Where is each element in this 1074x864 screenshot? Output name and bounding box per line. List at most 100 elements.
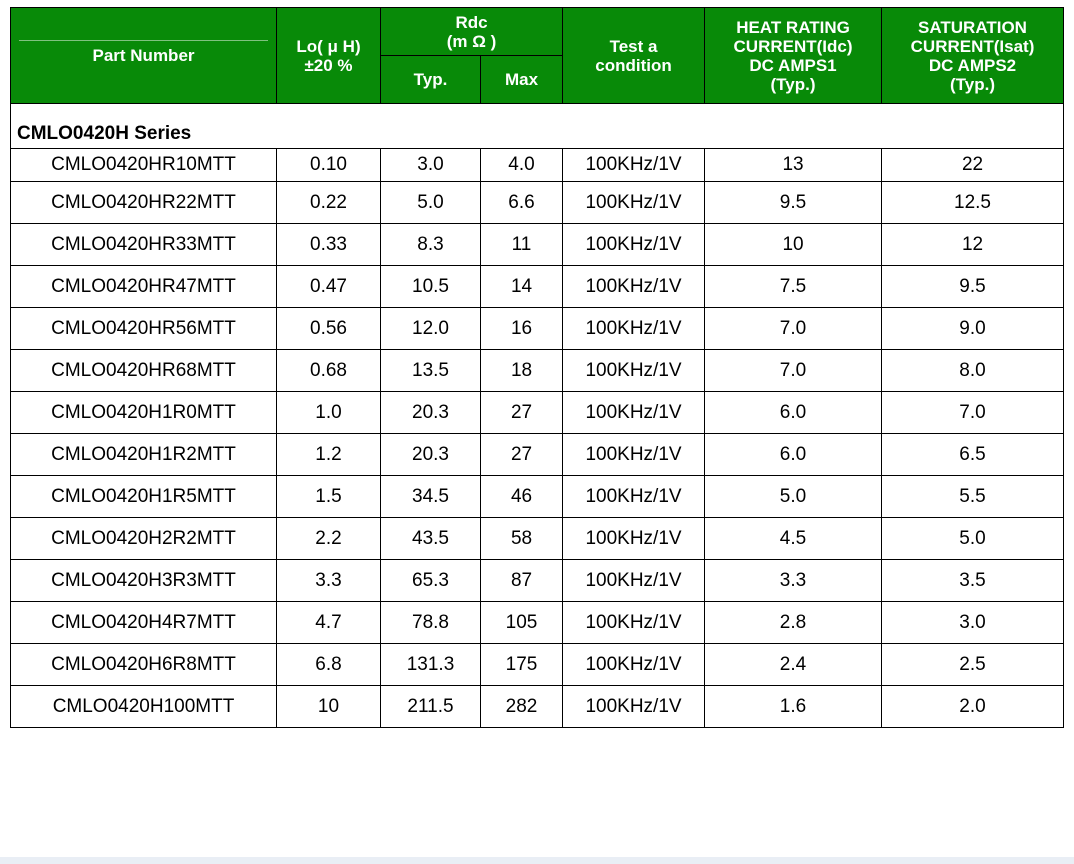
cell-test-condition: 100KHz/1V <box>562 148 706 182</box>
cell-rdc-typ: 20.3 <box>380 391 481 434</box>
cell-inductance: 1.5 <box>276 475 381 518</box>
cell-saturation-current: 22 <box>881 148 1065 182</box>
cell-rdc-max: 87 <box>479 559 564 602</box>
cell-rdc-max: 282 <box>479 685 564 728</box>
cell-part-number: CMLO0420H4R7MTT <box>10 601 277 644</box>
cell-rdc-typ: 10.5 <box>380 265 481 308</box>
cell-inductance: 1.0 <box>276 391 381 434</box>
table-row: CMLO0420HR33MTT 0.33 8.3 11 100KHz/1V 10 12 <box>10 223 1065 266</box>
cell-inductance: 0.22 <box>276 181 381 224</box>
header-rdc-typ: Typ. <box>380 55 481 104</box>
cell-rdc-max: 46 <box>479 475 564 518</box>
header-inductance: Lo( μ H) ±20 % <box>276 7 381 104</box>
cell-inductance: 10 <box>276 685 381 728</box>
cell-test-condition: 100KHz/1V <box>562 181 706 224</box>
cell-part-number: CMLO0420H3R3MTT <box>10 559 277 602</box>
cell-heat-rating-current: 10 <box>704 223 883 266</box>
cell-heat-rating-current: 13 <box>704 148 883 182</box>
cell-saturation-current: 12 <box>881 223 1065 266</box>
cell-test-condition: 100KHz/1V <box>562 643 706 686</box>
cell-test-condition: 100KHz/1V <box>562 475 706 518</box>
cell-saturation-current: 9.5 <box>881 265 1065 308</box>
cell-inductance: 0.56 <box>276 307 381 350</box>
cell-rdc-typ: 43.5 <box>380 517 481 560</box>
cell-saturation-current: 6.5 <box>881 433 1065 476</box>
cell-saturation-current: 3.0 <box>881 601 1065 644</box>
cell-part-number: CMLO0420H100MTT <box>10 685 277 728</box>
cell-rdc-max: 58 <box>479 517 564 560</box>
cell-rdc-max: 27 <box>479 433 564 476</box>
cell-heat-rating-current: 6.0 <box>704 433 883 476</box>
cell-rdc-max: 6.6 <box>479 181 564 224</box>
cell-saturation-current: 5.5 <box>881 475 1065 518</box>
cell-part-number: CMLO0420H2R2MTT <box>10 517 277 560</box>
cell-saturation-current: 5.0 <box>881 517 1065 560</box>
cell-rdc-typ: 3.0 <box>380 148 481 182</box>
cell-heat-rating-current: 2.4 <box>704 643 883 686</box>
cell-inductance: 0.68 <box>276 349 381 392</box>
cell-part-number: CMLO0420HR68MTT <box>10 349 277 392</box>
table-row: CMLO0420H6R8MTT 6.8 131.3 175 100KHz/1V 2.4 2.… <box>10 643 1065 686</box>
cell-test-condition: 100KHz/1V <box>562 349 706 392</box>
cell-part-number: CMLO0420HR22MTT <box>10 181 277 224</box>
table-row: CMLO0420H100MTT 10 211.5 282 100KHz/1V 1.6 2.0 <box>10 685 1065 728</box>
table-row: CMLO0420HR68MTT 0.68 13.5 18 100KHz/1V 7.0 8.0 <box>10 349 1065 392</box>
cell-saturation-current: 8.0 <box>881 349 1065 392</box>
cell-saturation-current: 2.0 <box>881 685 1065 728</box>
header-rdc: Rdc (m Ω ) <box>379 7 564 56</box>
cell-rdc-typ: 34.5 <box>380 475 481 518</box>
cell-test-condition: 100KHz/1V <box>562 559 706 602</box>
table-row: CMLO0420H1R5MTT 1.5 34.5 46 100KHz/1V 5.0 5.5 <box>10 475 1065 518</box>
cell-rdc-typ: 65.3 <box>380 559 481 602</box>
cell-part-number: CMLO0420H6R8MTT <box>10 643 277 686</box>
cell-saturation-current: 3.5 <box>881 559 1065 602</box>
inductor-spec-table: Part Number Lo( μ H) ±20 % Rdc (m Ω ) Te… <box>9 7 1065 728</box>
cell-rdc-typ: 8.3 <box>380 223 481 266</box>
cell-rdc-max: 11 <box>479 223 564 266</box>
cell-rdc-max: 105 <box>479 601 564 644</box>
table-row: CMLO0420H1R2MTT 1.2 20.3 27 100KHz/1V 6.0 6.5 <box>10 433 1065 476</box>
cell-part-number: CMLO0420HR10MTT <box>10 148 277 182</box>
cell-rdc-max: 18 <box>479 349 564 392</box>
cell-rdc-max: 16 <box>479 307 564 350</box>
cell-rdc-typ: 12.0 <box>380 307 481 350</box>
cell-heat-rating-current: 4.5 <box>704 517 883 560</box>
cropped-heading <box>0 0 1074 6</box>
cell-saturation-current: 2.5 <box>881 643 1065 686</box>
cell-rdc-typ: 5.0 <box>380 181 481 224</box>
cell-test-condition: 100KHz/1V <box>562 685 706 728</box>
cell-rdc-max: 175 <box>479 643 564 686</box>
cell-inductance: 0.10 <box>276 148 381 182</box>
cell-heat-rating-current: 9.5 <box>704 181 883 224</box>
cell-test-condition: 100KHz/1V <box>562 265 706 308</box>
cell-heat-rating-current: 3.3 <box>704 559 883 602</box>
cell-inductance: 6.8 <box>276 643 381 686</box>
series-label: CMLO0420H Series <box>9 103 1065 149</box>
cell-heat-rating-current: 7.0 <box>704 307 883 350</box>
header-rdc-max: Max <box>479 55 564 104</box>
table-row: CMLO0420H1R0MTT 1.0 20.3 27 100KHz/1V 6.0 7.0 <box>10 391 1065 434</box>
cell-part-number: CMLO0420H1R0MTT <box>10 391 277 434</box>
table-row: CMLO0420H4R7MTT 4.7 78.8 105 100KHz/1V 2.8 3.0 <box>10 601 1065 644</box>
table-row: CMLO0420HR47MTT 0.47 10.5 14 100KHz/1V 7.5 9.5 <box>10 265 1065 308</box>
cell-rdc-typ: 211.5 <box>380 685 481 728</box>
cell-inductance: 2.2 <box>276 517 381 560</box>
table-row: CMLO0420HR10MTT 0.10 3.0 4.0 100KHz/1V 13 22 <box>10 148 1065 182</box>
cell-inductance: 3.3 <box>276 559 381 602</box>
cell-test-condition: 100KHz/1V <box>562 391 706 434</box>
viewer-bottom-edge <box>0 857 1074 864</box>
cell-rdc-typ: 20.3 <box>380 433 481 476</box>
cell-heat-rating-current: 7.0 <box>704 349 883 392</box>
cell-part-number: CMLO0420HR56MTT <box>10 307 277 350</box>
series-row: CMLO0420H Series <box>9 103 1065 149</box>
table-row: CMLO0420HR56MTT 0.56 12.0 16 100KHz/1V 7.0 9.0 <box>10 307 1065 350</box>
header-heat-rating-current: HEAT RATING CURRENT(Idc) DC AMPS1 (Typ.) <box>704 7 883 104</box>
cell-inductance: 0.33 <box>276 223 381 266</box>
cell-part-number: CMLO0420HR47MTT <box>10 265 277 308</box>
cell-rdc-typ: 131.3 <box>380 643 481 686</box>
cell-rdc-max: 14 <box>479 265 564 308</box>
cell-saturation-current: 9.0 <box>881 307 1065 350</box>
cell-test-condition: 100KHz/1V <box>562 433 706 476</box>
cell-test-condition: 100KHz/1V <box>562 601 706 644</box>
cell-inductance: 4.7 <box>276 601 381 644</box>
